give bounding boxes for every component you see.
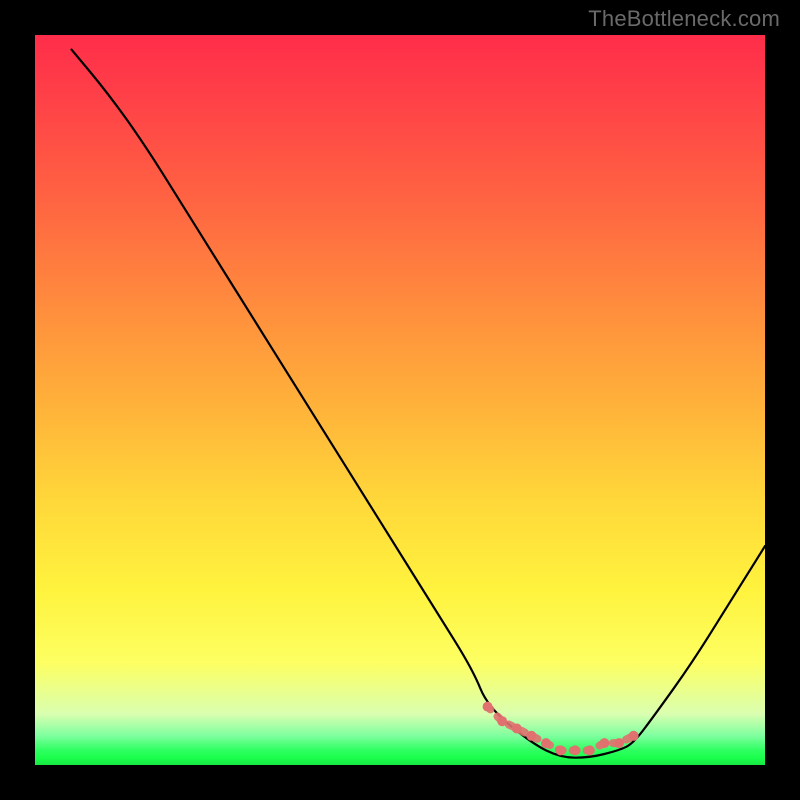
marker-dot [512,724,522,734]
markers-group [483,702,639,756]
marker-dot [585,745,595,755]
chart-svg [35,35,765,765]
marker-dot [556,745,566,755]
marker-dot [526,731,536,741]
plot-area [35,35,765,765]
marker-dot [599,738,609,748]
bottleneck-curve [72,50,766,758]
marker-dot [483,702,493,712]
watermark-text: TheBottleneck.com [588,6,780,32]
marker-band [488,707,634,751]
marker-dot [570,745,580,755]
marker-dot [497,716,507,726]
marker-dot [614,738,624,748]
marker-dot [629,731,639,741]
curve-group [72,50,766,758]
marker-dot [541,738,551,748]
chart-frame: TheBottleneck.com [0,0,800,800]
